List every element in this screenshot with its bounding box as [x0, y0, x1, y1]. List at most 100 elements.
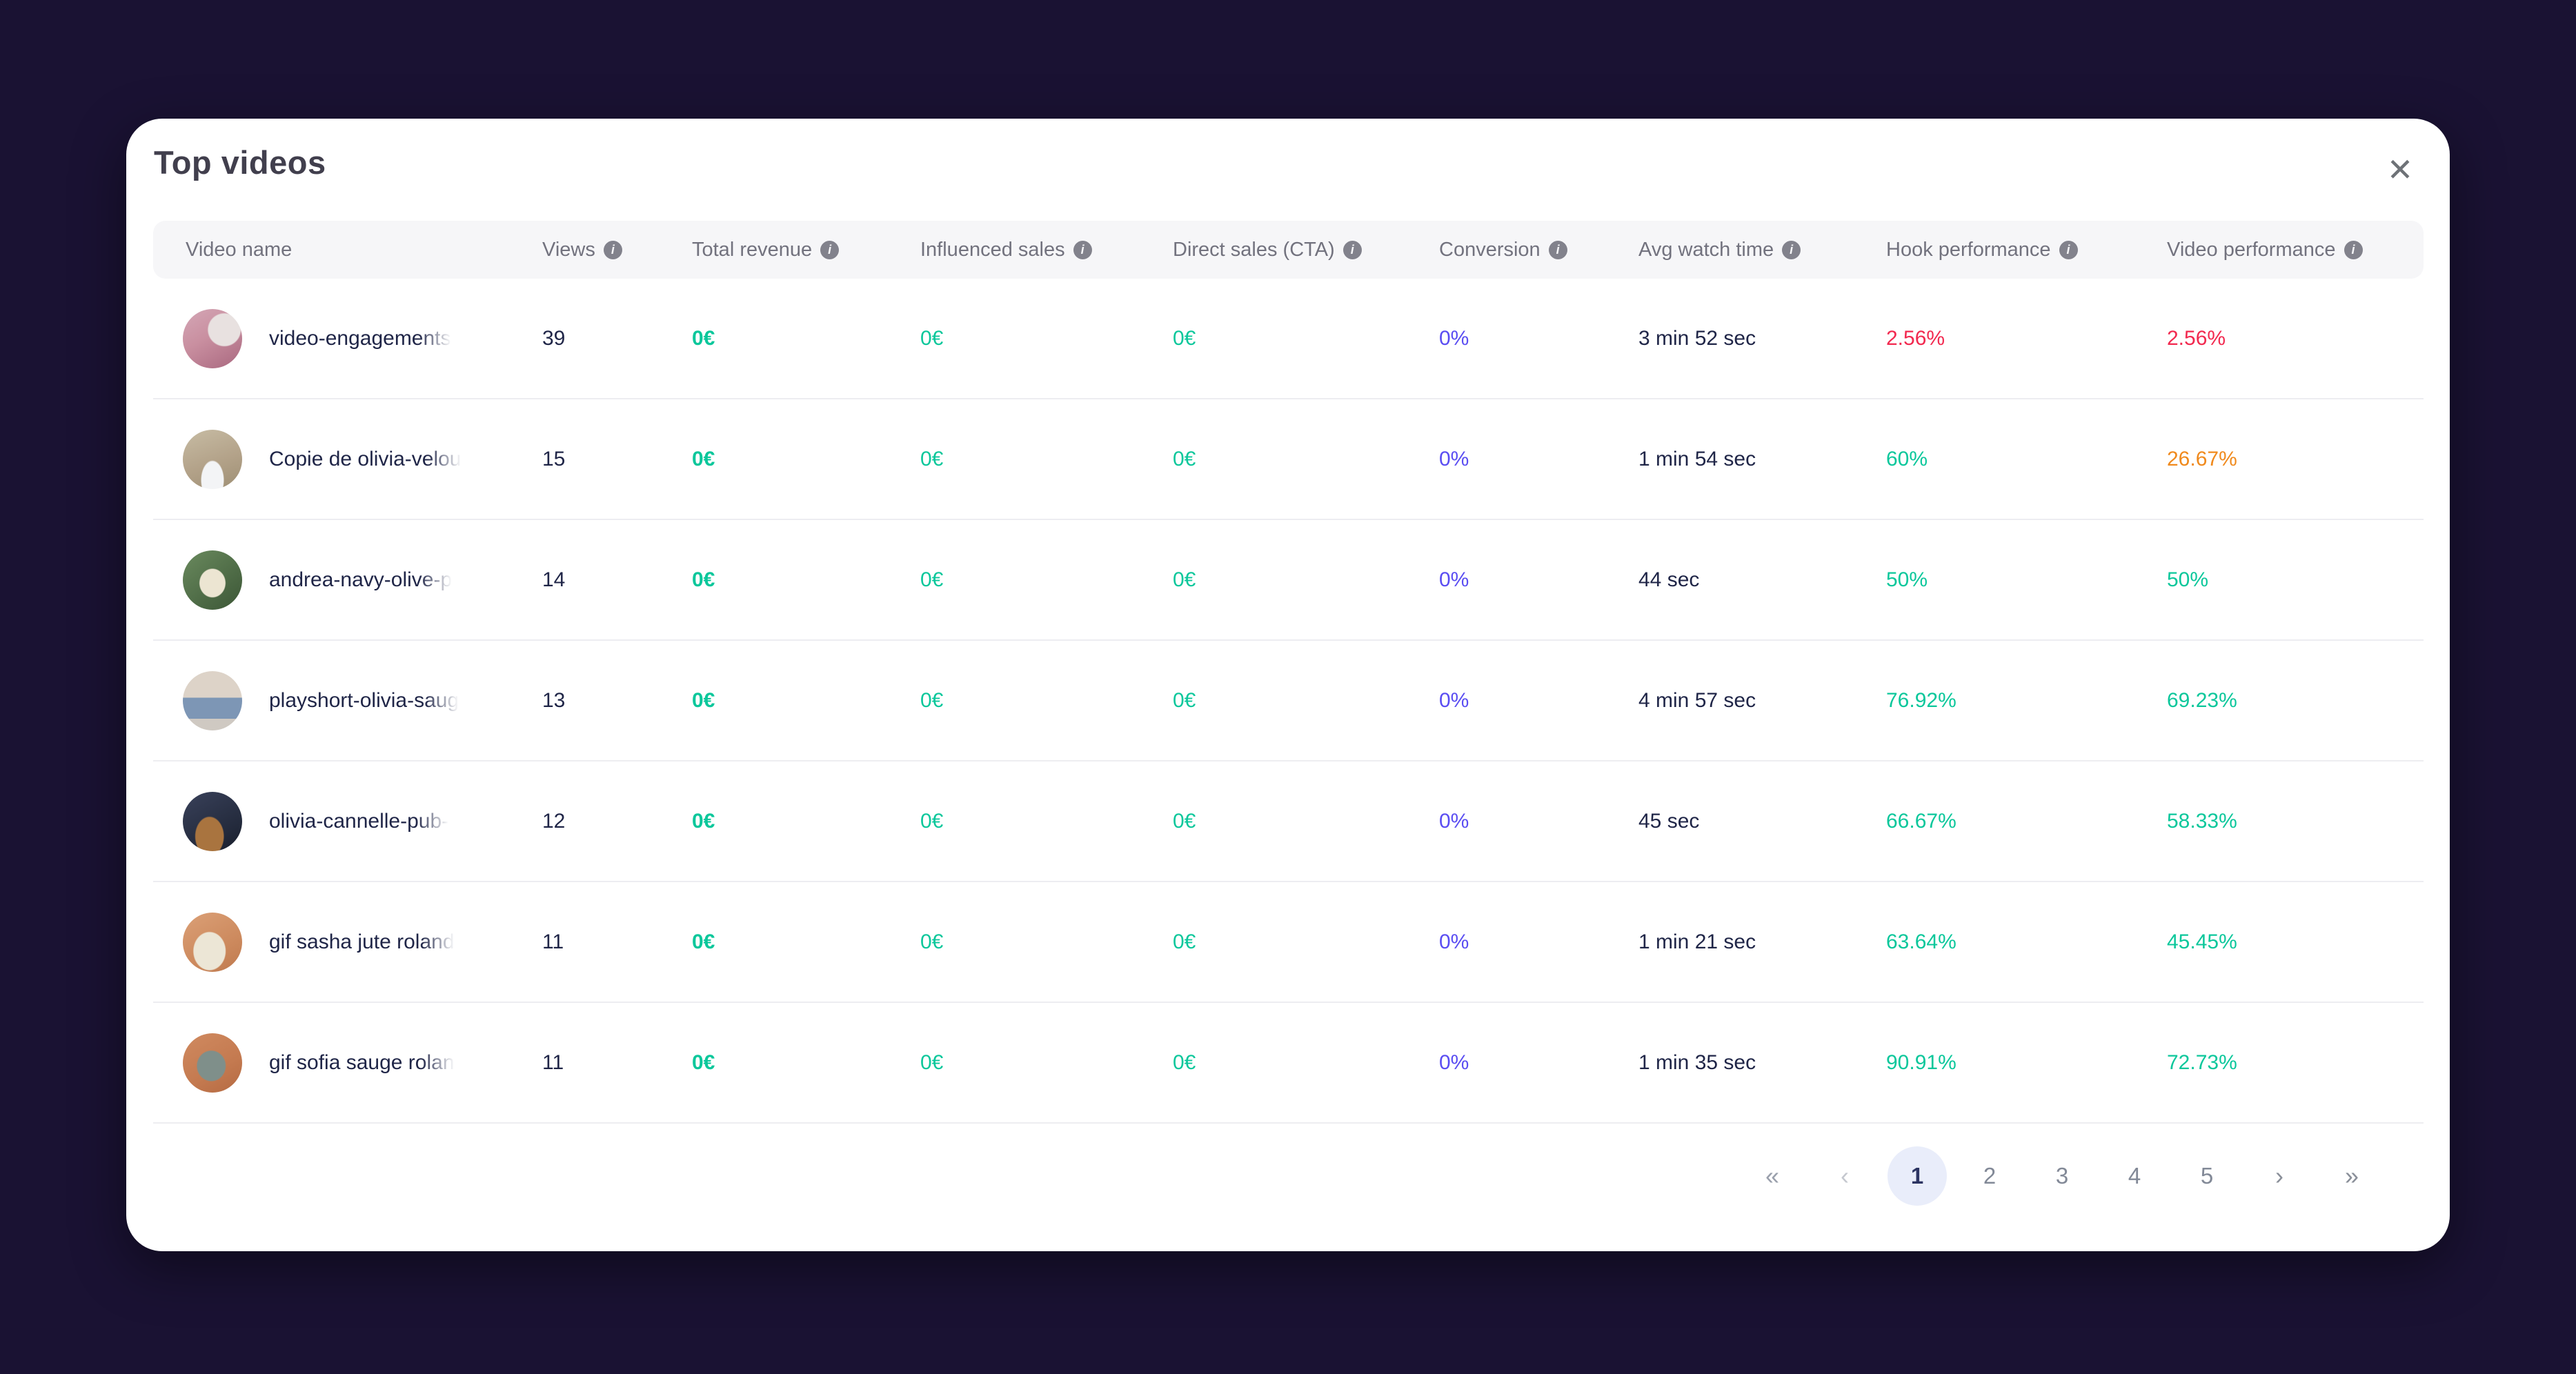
info-icon[interactable]: i [2059, 241, 2078, 259]
direct-sales-cell: 0€ [1173, 448, 1439, 471]
video-performance-cell: 72.73% [2167, 1051, 2424, 1075]
column-label: Conversion [1439, 239, 1540, 261]
hook-performance-cell: 90.91% [1886, 1051, 2167, 1075]
conversion-cell: 0% [1439, 568, 1638, 592]
close-icon: ✕ [2387, 152, 2414, 188]
close-button[interactable]: ✕ [2378, 148, 2422, 192]
video-name: gif sofia sauge rolan [269, 1051, 455, 1075]
video-performance-cell: 50% [2167, 568, 2424, 592]
views-cell: 39 [542, 327, 692, 350]
direct-sales-cell: 0€ [1173, 930, 1439, 954]
video-name-cell: playshort-olivia-saug [153, 671, 542, 730]
video-performance-cell: 69.23% [2167, 689, 2424, 713]
table-row[interactable]: gif sofia sauge rolan 11 0€ 0€ 0€ 0% 1 m… [153, 1003, 2424, 1124]
hook-performance-cell: 60% [1886, 448, 2167, 471]
video-thumbnail [183, 792, 242, 851]
video-name-cell: andrea-navy-olive-p [153, 550, 542, 610]
hook-performance-cell: 66.67% [1886, 810, 2167, 833]
video-thumbnail [183, 309, 242, 368]
info-icon[interactable]: i [1343, 241, 1362, 259]
table-body: video-engagements 39 0€ 0€ 0€ 0% 3 min 5… [153, 279, 2424, 1124]
table-header-row: Video name Views i Total revenue i Influ… [153, 221, 2424, 279]
video-thumbnail [183, 1033, 242, 1093]
pagination-first-button[interactable]: « [1743, 1146, 1802, 1206]
info-icon[interactable]: i [1549, 241, 1567, 259]
influenced-sales-cell: 0€ [920, 568, 1173, 592]
influenced-sales-cell: 0€ [920, 689, 1173, 713]
column-label: Hook performance [1886, 239, 2051, 261]
pagination-last-button[interactable]: » [2322, 1146, 2381, 1206]
video-thumbnail [183, 550, 242, 610]
hook-performance-cell: 2.56% [1886, 327, 2167, 350]
info-icon[interactable]: i [1073, 241, 1092, 259]
column-label: Influenced sales [920, 239, 1065, 261]
pagination-page-1[interactable]: 1 [1888, 1146, 1947, 1206]
column-header-video-performance: Video performance i [2167, 239, 2424, 261]
top-videos-modal: Top videos ✕ Video name Views i Total re… [126, 119, 2450, 1251]
pagination-prev-button[interactable]: ‹ [1815, 1146, 1874, 1206]
column-label: Video performance [2167, 239, 2336, 261]
views-cell: 13 [542, 689, 692, 713]
direct-sales-cell: 0€ [1173, 327, 1439, 350]
influenced-sales-cell: 0€ [920, 930, 1173, 954]
video-name-cell: gif sofia sauge rolan [153, 1033, 542, 1093]
views-cell: 15 [542, 448, 692, 471]
video-name: olivia-cannelle-pub- [269, 810, 448, 833]
column-label: Total revenue [692, 239, 812, 261]
table-row[interactable]: Copie de olivia-velou 15 0€ 0€ 0€ 0% 1 m… [153, 399, 2424, 520]
info-icon[interactable]: i [1782, 241, 1801, 259]
column-header-direct-sales: Direct sales (CTA) i [1173, 239, 1439, 261]
column-label: Video name [186, 239, 292, 261]
hook-performance-cell: 76.92% [1886, 689, 2167, 713]
views-cell: 12 [542, 810, 692, 833]
pagination-page-2[interactable]: 2 [1960, 1146, 2019, 1206]
conversion-cell: 0% [1439, 448, 1638, 471]
video-name: playshort-olivia-saug [269, 689, 459, 713]
video-name-cell: gif sasha jute roland [153, 913, 542, 972]
pagination-page-5[interactable]: 5 [2177, 1146, 2237, 1206]
video-performance-cell: 45.45% [2167, 930, 2424, 954]
video-name: gif sasha jute roland [269, 930, 455, 954]
info-icon[interactable]: i [820, 241, 839, 259]
column-label: Avg watch time [1638, 239, 1774, 261]
total-revenue-cell: 0€ [692, 689, 920, 713]
conversion-cell: 0% [1439, 930, 1638, 954]
table-row[interactable]: playshort-olivia-saug 13 0€ 0€ 0€ 0% 4 m… [153, 641, 2424, 761]
table-row[interactable]: olivia-cannelle-pub- 12 0€ 0€ 0€ 0% 45 s… [153, 761, 2424, 882]
video-name: video-engagements [269, 327, 451, 350]
column-header-hook-performance: Hook performance i [1886, 239, 2167, 261]
views-cell: 11 [542, 930, 692, 954]
video-performance-cell: 26.67% [2167, 448, 2424, 471]
modal-title: Top videos [154, 143, 326, 181]
pagination-page-3[interactable]: 3 [2032, 1146, 2092, 1206]
column-header-total-revenue: Total revenue i [692, 239, 920, 261]
influenced-sales-cell: 0€ [920, 1051, 1173, 1075]
table-row[interactable]: andrea-navy-olive-p 14 0€ 0€ 0€ 0% 44 se… [153, 520, 2424, 641]
conversion-cell: 0% [1439, 327, 1638, 350]
table-row[interactable]: video-engagements 39 0€ 0€ 0€ 0% 3 min 5… [153, 279, 2424, 399]
avg-watch-time-cell: 4 min 57 sec [1638, 689, 1886, 713]
video-performance-cell: 2.56% [2167, 327, 2424, 350]
total-revenue-cell: 0€ [692, 1051, 920, 1075]
total-revenue-cell: 0€ [692, 930, 920, 954]
pagination-page-4[interactable]: 4 [2105, 1146, 2164, 1206]
info-icon[interactable]: i [2344, 241, 2363, 259]
avg-watch-time-cell: 1 min 35 sec [1638, 1051, 1886, 1075]
video-thumbnail [183, 913, 242, 972]
avg-watch-time-cell: 3 min 52 sec [1638, 327, 1886, 350]
views-cell: 14 [542, 568, 692, 592]
pagination-next-button[interactable]: › [2250, 1146, 2309, 1206]
direct-sales-cell: 0€ [1173, 1051, 1439, 1075]
column-header-views: Views i [542, 239, 692, 261]
avg-watch-time-cell: 44 sec [1638, 568, 1886, 592]
table-row[interactable]: gif sasha jute roland 11 0€ 0€ 0€ 0% 1 m… [153, 882, 2424, 1003]
video-thumbnail [183, 671, 242, 730]
total-revenue-cell: 0€ [692, 448, 920, 471]
avg-watch-time-cell: 1 min 21 sec [1638, 930, 1886, 954]
avg-watch-time-cell: 1 min 54 sec [1638, 448, 1886, 471]
direct-sales-cell: 0€ [1173, 689, 1439, 713]
views-cell: 11 [542, 1051, 692, 1075]
video-name: andrea-navy-olive-p [269, 568, 452, 592]
total-revenue-cell: 0€ [692, 327, 920, 350]
info-icon[interactable]: i [604, 241, 622, 259]
